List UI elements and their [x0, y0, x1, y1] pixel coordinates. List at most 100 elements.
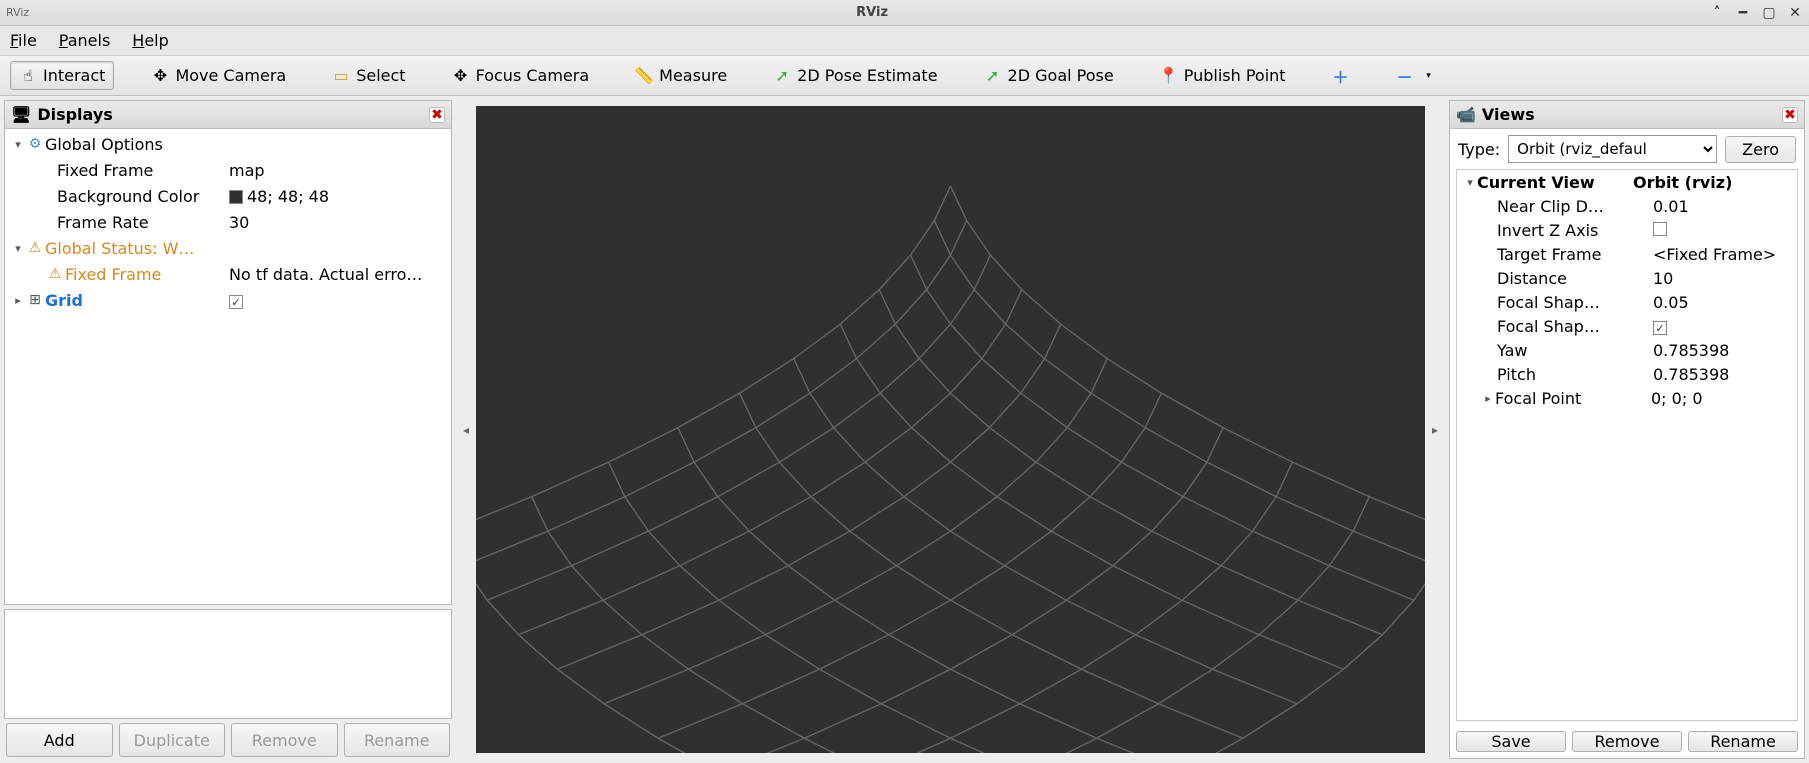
menu-help[interactable]: Help [132, 31, 168, 50]
close-window-button[interactable]: ✕ [1787, 5, 1803, 21]
views-rename-button[interactable]: Rename [1688, 731, 1798, 752]
tool-measure[interactable]: 📏 Measure [626, 61, 736, 90]
3d-viewport[interactable] [476, 106, 1425, 753]
tool-interact-label: Interact [43, 66, 105, 85]
global-options-label[interactable]: Global Options [45, 135, 163, 154]
warning-icon: ⚠ [45, 266, 65, 282]
grid-checkbox[interactable] [229, 295, 243, 309]
menubar: File Panels Help [0, 26, 1809, 56]
frame-rate-value[interactable]: 30 [229, 213, 451, 232]
displays-tree[interactable]: ▾ ⚙ Global Options Fixed Frame map Backg… [5, 129, 451, 604]
menu-file[interactable]: File [10, 31, 37, 50]
distance-value[interactable]: 10 [1647, 269, 1797, 288]
distance-label[interactable]: Distance [1497, 269, 1647, 288]
camera-icon: 📹 [1456, 105, 1476, 124]
rename-display-button[interactable]: Rename [344, 723, 451, 757]
expand-icon[interactable]: ▾ [1463, 176, 1477, 189]
dropdown-icon: ▾ [1420, 67, 1438, 85]
goal-pose-icon: ➚ [984, 67, 1002, 85]
grid-label[interactable]: Grid [45, 291, 83, 310]
warning-icon: ⚠ [25, 240, 45, 256]
right-panel-toggle[interactable]: ▸ [1425, 100, 1445, 759]
tool-interact[interactable]: ☝ Interact [10, 61, 114, 90]
display-description-box [4, 609, 452, 719]
tool-goal-pose-label: 2D Goal Pose [1008, 66, 1114, 85]
expand-icon[interactable]: ▸ [1481, 392, 1495, 405]
tool-focus-camera[interactable]: ✥ Focus Camera [443, 61, 599, 90]
expand-icon[interactable]: ▾ [11, 242, 25, 255]
tool-focus-camera-label: Focus Camera [476, 66, 590, 85]
move-camera-icon: ✥ [151, 67, 169, 85]
zero-button[interactable]: Zero [1725, 136, 1796, 163]
yaw-value[interactable]: 0.785398 [1647, 341, 1797, 360]
views-remove-button[interactable]: Remove [1572, 731, 1682, 752]
menu-panels[interactable]: Panels [59, 31, 111, 50]
pitch-value[interactable]: 0.785398 [1647, 365, 1797, 384]
tool-publish-point[interactable]: 📍 Publish Point [1151, 61, 1295, 90]
focal-shape-size-value[interactable]: 0.05 [1647, 293, 1797, 312]
focal-shape-fixed-checkbox[interactable] [1653, 321, 1667, 335]
invert-z-checkbox[interactable] [1653, 222, 1667, 236]
select-icon: ▭ [332, 67, 350, 85]
displays-title: Displays [37, 105, 112, 124]
color-swatch [229, 190, 243, 204]
displays-close-button[interactable]: ✖ [429, 107, 445, 123]
left-panel-toggle[interactable]: ◂ [456, 100, 476, 759]
minimize-button[interactable]: ━ [1735, 5, 1751, 21]
frame-rate-label[interactable]: Frame Rate [57, 213, 149, 232]
pitch-label[interactable]: Pitch [1497, 365, 1647, 384]
tool-select[interactable]: ▭ Select [323, 61, 414, 90]
views-type-label: Type: [1458, 140, 1500, 159]
status-fixed-frame-label[interactable]: Fixed Frame [65, 265, 161, 284]
current-view-value[interactable]: Orbit (rviz) [1627, 173, 1797, 192]
displays-panel-header: 🖥 Displays ✖ [5, 101, 451, 129]
maximize-button[interactable]: ▢ [1761, 5, 1777, 21]
add-display-button[interactable]: Add [6, 723, 113, 757]
pose-estimate-icon: ➚ [773, 67, 791, 85]
fixed-frame-label[interactable]: Fixed Frame [57, 161, 153, 180]
views-type-select[interactable]: Orbit (rviz_defaul [1508, 135, 1717, 163]
invert-z-label[interactable]: Invert Z Axis [1497, 221, 1647, 240]
interact-icon: ☝ [19, 67, 37, 85]
target-frame-label[interactable]: Target Frame [1497, 245, 1647, 264]
monitor-icon: 🖥 [11, 105, 31, 124]
focal-point-value[interactable]: 0; 0; 0 [1645, 389, 1797, 408]
background-color-value[interactable]: 48; 48; 48 [229, 187, 451, 206]
focal-point-label[interactable]: Focal Point [1495, 389, 1645, 408]
tool-pose-estimate[interactable]: ➚ 2D Pose Estimate [764, 61, 946, 90]
toolbar: ☝ Interact ✥ Move Camera ▭ Select ✥ Focu… [0, 56, 1809, 96]
tool-goal-pose[interactable]: ➚ 2D Goal Pose [975, 61, 1123, 90]
global-status-label[interactable]: Global Status: W… [45, 239, 194, 258]
status-fixed-frame-value[interactable]: No tf data. Actual erro… [229, 265, 451, 284]
tool-move-camera-label: Move Camera [175, 66, 286, 85]
views-tree[interactable]: ▾ Current View Orbit (rviz) Near Clip D…… [1456, 169, 1798, 721]
near-clip-value[interactable]: 0.01 [1647, 197, 1797, 216]
tool-move-camera[interactable]: ✥ Move Camera [142, 61, 295, 90]
current-view-label[interactable]: Current View [1477, 173, 1627, 192]
near-clip-label[interactable]: Near Clip D… [1497, 197, 1647, 216]
background-color-label[interactable]: Background Color [57, 187, 199, 206]
focal-shape-size-label[interactable]: Focal Shap… [1497, 293, 1647, 312]
expand-icon[interactable]: ▸ [11, 294, 25, 307]
measure-icon: 📏 [635, 67, 653, 85]
tool-remove[interactable]: － ▾ [1387, 62, 1447, 90]
plus-icon: ＋ [1332, 67, 1350, 85]
focus-camera-icon: ✥ [452, 67, 470, 85]
views-title: Views [1482, 105, 1535, 124]
expand-icon[interactable]: ▾ [11, 138, 25, 151]
fixed-frame-value[interactable]: map [229, 161, 451, 180]
grid-icon: ⊞ [25, 292, 45, 308]
window-titlebar: RViz RViz ˄ ━ ▢ ✕ [0, 0, 1809, 26]
app-icon: RViz [6, 6, 29, 19]
views-save-button[interactable]: Save [1456, 731, 1566, 752]
duplicate-display-button[interactable]: Duplicate [119, 723, 226, 757]
gear-icon: ⚙ [25, 136, 45, 152]
views-close-button[interactable]: ✖ [1782, 107, 1798, 123]
yaw-label[interactable]: Yaw [1497, 341, 1647, 360]
focal-shape-fixed-label[interactable]: Focal Shap… [1497, 317, 1647, 336]
rollup-button[interactable]: ˄ [1709, 5, 1725, 21]
tool-pose-estimate-label: 2D Pose Estimate [797, 66, 937, 85]
target-frame-value[interactable]: <Fixed Frame> [1647, 245, 1797, 264]
tool-add[interactable]: ＋ [1323, 62, 1359, 90]
remove-display-button[interactable]: Remove [231, 723, 338, 757]
